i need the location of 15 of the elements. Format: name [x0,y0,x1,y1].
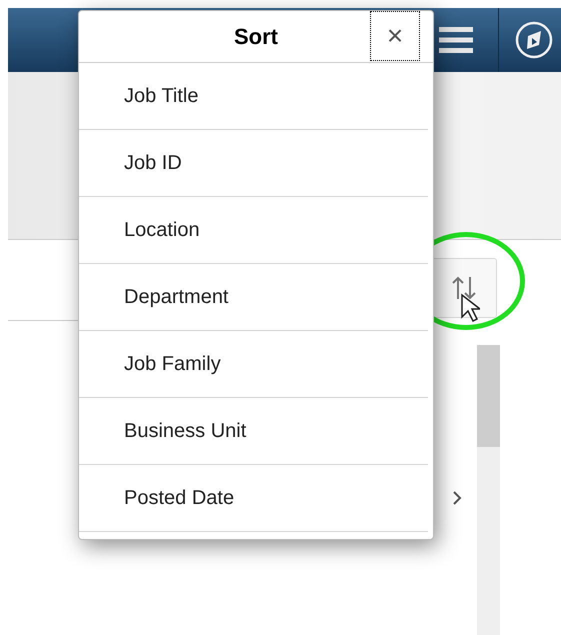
scrollbar[interactable] [477,345,500,635]
sort-option[interactable]: Job Family [124,352,221,376]
menu-icon[interactable] [439,26,473,54]
sort-option[interactable]: Business Unit [124,420,246,442]
sort-icon [450,275,476,301]
sort-option[interactable]: Job ID [124,152,182,174]
sort-option[interactable]: Job Title [124,84,198,108]
compass-icon[interactable] [515,21,553,59]
chevron-right-icon[interactable] [452,490,462,506]
close-button[interactable]: × [370,11,420,61]
sort-option[interactable]: Posted Date [124,486,234,510]
cursor-icon [460,293,480,323]
sort-option[interactable]: Location [124,218,200,242]
dialog-title: Sort [234,24,278,50]
sort-option[interactable]: Department [124,286,228,308]
